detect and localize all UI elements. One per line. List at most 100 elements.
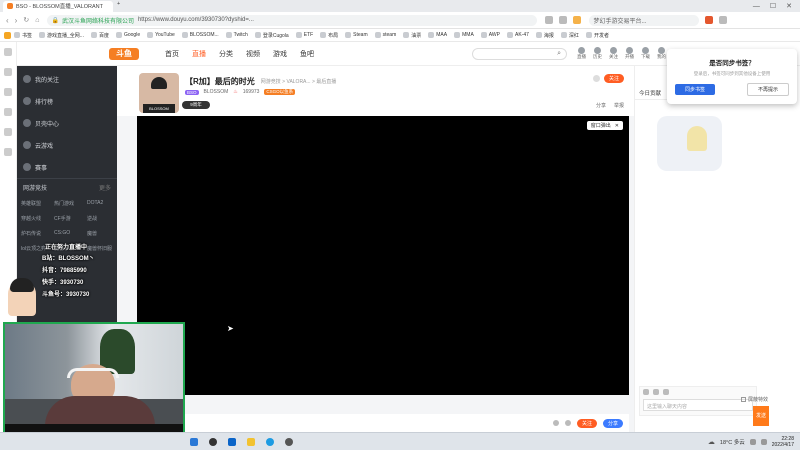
close-icon[interactable]: ✕ — [786, 2, 792, 10]
rail-home-icon[interactable] — [4, 48, 12, 56]
taskbar-folder-icon[interactable] — [247, 437, 255, 446]
weather-text[interactable]: 18°C 多云 — [720, 438, 745, 446]
minimize-icon[interactable]: — — [753, 3, 760, 10]
bookmark-item[interactable]: AWP — [480, 32, 500, 38]
nav-item[interactable]: 鱼吧 — [300, 49, 314, 59]
search-icon[interactable]: ⌕ — [557, 50, 561, 58]
rail-bookmark-icon[interactable] — [4, 88, 12, 96]
emoji-icon[interactable] — [643, 389, 649, 395]
bookmark-item[interactable]: ETF — [295, 32, 313, 38]
download-icon[interactable]: 下载 — [641, 47, 650, 60]
bookmark-item[interactable]: steam — [374, 32, 396, 38]
taskbar-search-icon[interactable] — [209, 437, 217, 446]
follow-button[interactable]: 关注 — [603, 74, 624, 83]
bookmark-item[interactable]: 布局 — [320, 32, 338, 39]
douyu-logo[interactable]: 斗鱼 — [109, 47, 139, 60]
url-field[interactable]: 🔒 武汉斗鱼网络科技有限公司 https://www.douyu.com/393… — [47, 14, 538, 26]
taskbar-browser-icon[interactable] — [266, 437, 274, 446]
bookmark-item[interactable]: Twitch — [225, 32, 248, 38]
bookmark-item[interactable]: BLOSSOM... — [181, 32, 219, 38]
popout-control[interactable]: 窗口弹出 ✕ — [586, 121, 623, 130]
sidebar-category[interactable]: DOTA2 — [83, 196, 116, 211]
shield-toggle[interactable]: 屏蔽特效 — [741, 396, 768, 403]
sidebar-item[interactable]: 云游戏 — [17, 134, 117, 156]
bookmark-item[interactable]: AK-47 — [507, 32, 529, 38]
volume-icon[interactable] — [760, 438, 767, 445]
extension-icon[interactable] — [545, 16, 554, 24]
bookmark-item[interactable]: 书签 — [14, 32, 32, 39]
sidebar-category[interactable]: 穿越火线 — [17, 211, 50, 226]
bag-icon[interactable] — [564, 420, 571, 426]
sidebar-category[interactable]: 逆战 — [83, 211, 116, 226]
sidebar-category[interactable]: 魔兽 — [83, 226, 116, 241]
fans-icon[interactable] — [663, 389, 669, 395]
open-live-icon[interactable]: 开播 — [625, 47, 634, 60]
sync-bookmarks-button[interactable]: 同步书签 — [675, 84, 716, 95]
site-search-input[interactable]: ⌕ — [472, 47, 567, 60]
favorites-icon[interactable] — [559, 16, 568, 24]
sidebar-item[interactable]: 赛事 — [17, 156, 117, 178]
taskbar-obs-icon[interactable] — [285, 437, 293, 446]
live-icon[interactable]: 直播 — [577, 47, 586, 60]
nav-item[interactable]: 分类 — [219, 49, 233, 59]
popout-label[interactable]: 窗口弹出 — [591, 122, 611, 129]
chat-input[interactable]: 这里输入聊天内容 — [643, 399, 753, 411]
bookmark-item[interactable]: Google — [115, 32, 140, 38]
nav-item[interactable]: 首页 — [165, 49, 179, 59]
rail-history-icon[interactable] — [4, 108, 12, 116]
streamer-name[interactable]: BLOSSOM — [204, 89, 229, 95]
nav-item[interactable]: 直播 — [192, 49, 206, 59]
home-icon[interactable]: ⌂ — [35, 17, 39, 24]
taskbar-clock[interactable]: 22:28 2022/4/17 — [772, 436, 794, 448]
browser-tab-active[interactable]: BSO - BLOSSOM直播_VALORANT — [3, 0, 113, 12]
no-remind-button[interactable]: 不再提示 — [746, 83, 789, 96]
video-player[interactable]: 窗口弹出 ✕ ➤ — [137, 116, 629, 395]
windows-start-icon[interactable] — [190, 437, 198, 446]
bookmark-item[interactable]: Steam — [345, 32, 368, 38]
sidebar-category[interactable]: 炉石传说 — [17, 226, 50, 241]
sidebar-category[interactable]: CS:GO — [50, 226, 83, 241]
sidebar-item[interactable]: 贝壳中心 — [17, 112, 117, 134]
bottom-follow-button[interactable]: 关注 — [576, 418, 597, 428]
bookmark-item[interactable]: 百度 — [90, 32, 109, 39]
sidebar-category[interactable]: 热门游戏 — [50, 196, 83, 211]
rail-settings-icon[interactable] — [4, 148, 12, 156]
report-button[interactable]: 举报 — [614, 102, 624, 109]
forward-icon[interactable]: › — [15, 16, 18, 25]
popout-close-icon[interactable]: ✕ — [615, 123, 619, 129]
sidebar-item[interactable]: 我的关注 — [17, 68, 117, 90]
rail-download-icon[interactable] — [4, 128, 12, 136]
nav-item[interactable]: 视频 — [246, 49, 260, 59]
gift-small-icon[interactable] — [653, 389, 659, 395]
bookmark-item[interactable]: MAA — [428, 32, 447, 38]
back-icon[interactable]: ‹ — [6, 16, 9, 25]
streamer-avatar[interactable]: BLOSSOM — [139, 73, 179, 113]
menu-icon[interactable] — [705, 16, 714, 24]
bookmark-item[interactable]: 登录Cugola — [254, 32, 289, 39]
bookmark-item[interactable]: 油票 — [403, 32, 421, 39]
nav-item[interactable]: 游戏 — [273, 49, 287, 59]
bookmark-item[interactable]: 深红 — [560, 32, 579, 39]
live-tag[interactable]: CSGO以鱼系 — [264, 89, 296, 95]
sidebar-category[interactable]: 英雄联盟 — [17, 196, 50, 211]
right-search-box[interactable]: 梦幻手游交易平台... — [589, 14, 700, 26]
reload-icon[interactable]: ↻ — [23, 16, 29, 24]
follow-icon[interactable]: 关注 — [609, 47, 618, 60]
share-button[interactable]: 分享 — [596, 102, 606, 109]
sidebar-item[interactable]: 排行榜 — [17, 90, 117, 112]
bottom-share-button[interactable]: 分享 — [602, 418, 623, 428]
more-icon[interactable] — [719, 16, 728, 24]
bookmark-item[interactable]: 海报 — [535, 32, 554, 39]
maximize-icon[interactable]: ☐ — [770, 2, 776, 10]
user-icon[interactable]: 我的 — [657, 47, 666, 60]
rank-tab-today[interactable]: 今日贡献 — [639, 89, 661, 97]
sidebar-category[interactable]: CF手游 — [50, 211, 83, 226]
shield-checkbox[interactable] — [741, 397, 746, 402]
bookmark-item[interactable]: YouTube — [147, 32, 175, 38]
history-icon[interactable]: 历史 — [593, 47, 602, 60]
sidebar-section-more[interactable]: 更多 — [99, 183, 111, 192]
taskbar-edge-icon[interactable] — [228, 437, 236, 446]
bookmark-item[interactable]: 开发者 — [585, 32, 609, 39]
chat-send-button[interactable]: 发送 — [753, 406, 769, 426]
new-tab-button[interactable]: + — [113, 1, 124, 12]
